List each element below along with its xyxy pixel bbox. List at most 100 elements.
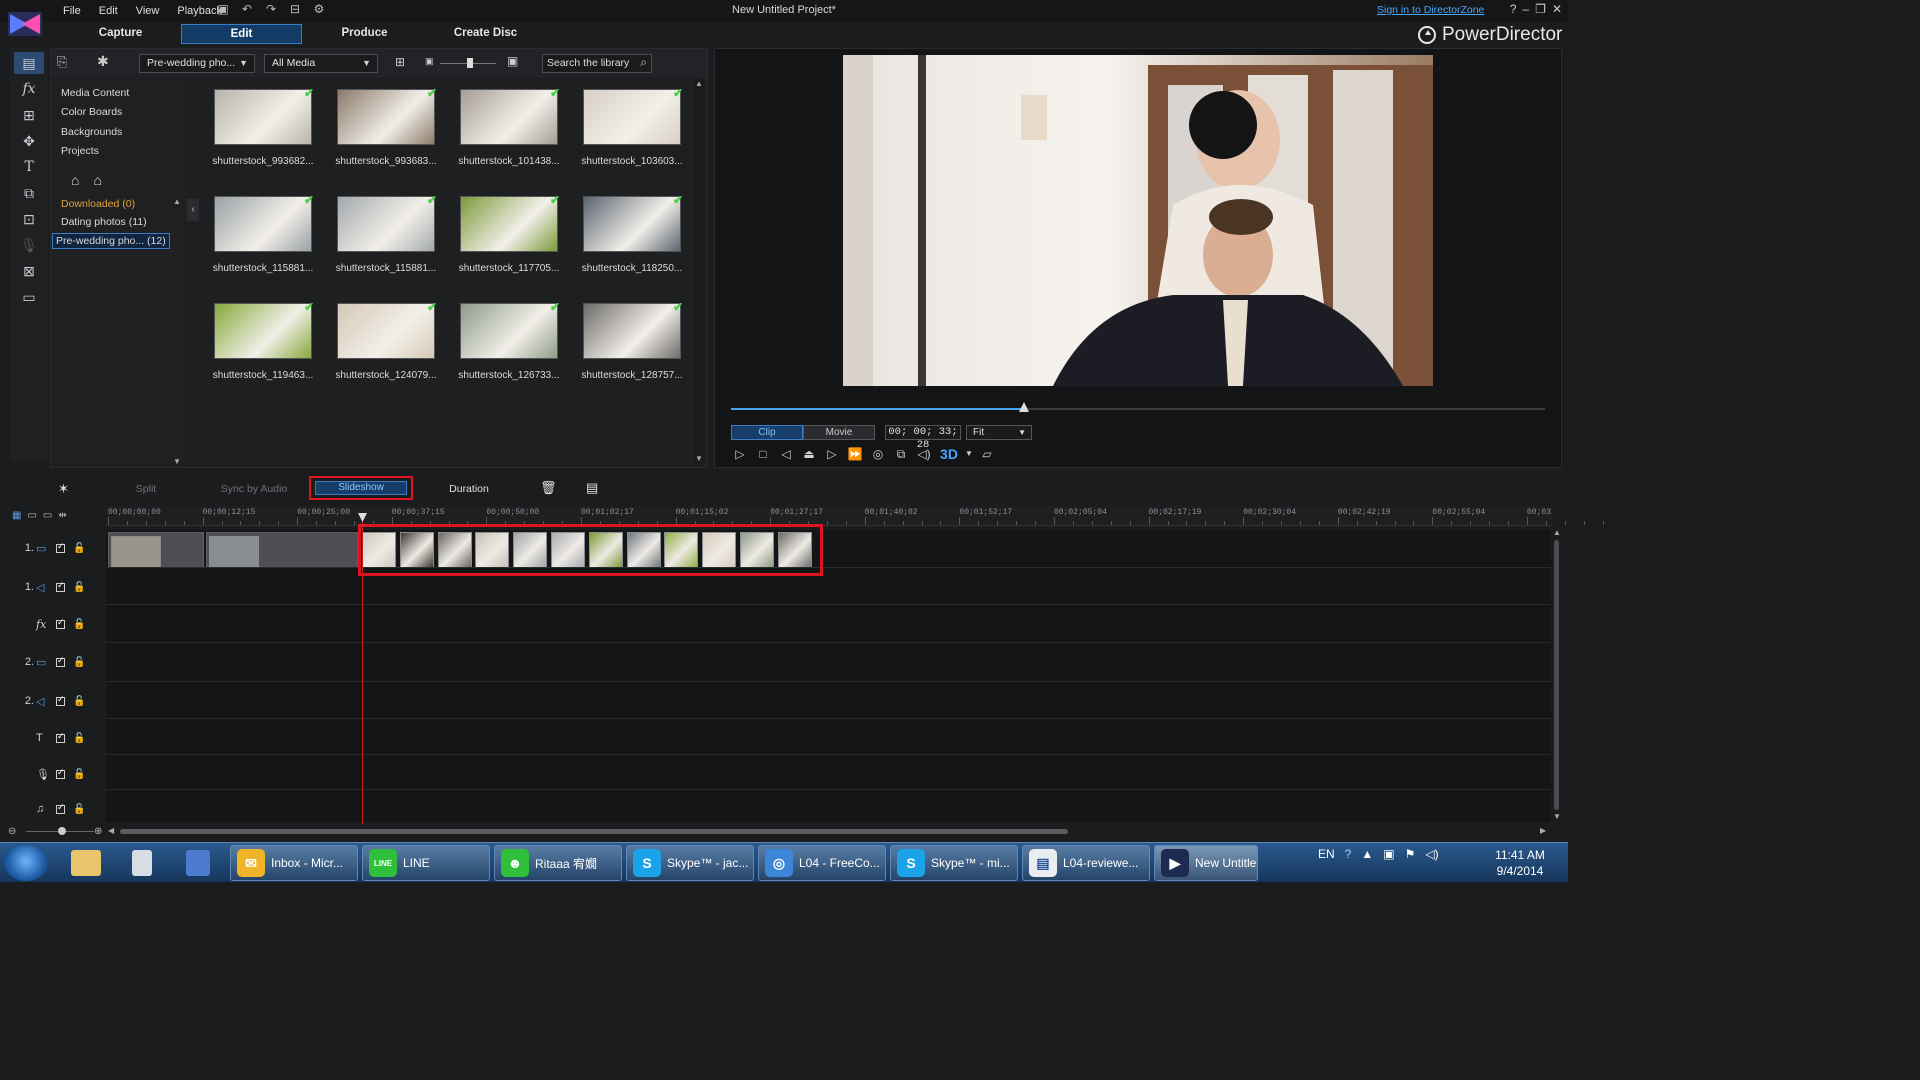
split-at-playhead-icon[interactable]: ⏏ — [800, 445, 818, 463]
taskbar-clock[interactable]: 11:41 AM 9/4/2014 — [1478, 847, 1562, 879]
media-thumbnail[interactable]: ✔ — [460, 86, 560, 145]
scroll-down-icon[interactable]: ▼ — [1553, 812, 1561, 821]
close-icon[interactable]: ✕ — [1552, 2, 1562, 16]
slideshow-button[interactable]: Slideshow — [315, 481, 407, 495]
taskbar-app-skype[interactable]: S Skype™ - jac... — [626, 845, 754, 881]
video-clip-1[interactable] — [108, 532, 204, 568]
lock-icon[interactable]: 🔓 — [73, 696, 85, 707]
library-scrollbar[interactable]: ▲ ▼ — [694, 79, 704, 464]
plugins-icon[interactable]: ✱ — [97, 53, 109, 70]
language-indicator[interactable]: EN — [1318, 847, 1335, 861]
lock-icon[interactable]: 🔓 — [73, 619, 85, 630]
lock-icon[interactable]: 🔓 — [73, 769, 85, 780]
media-thumbnail[interactable]: ✔ — [214, 300, 314, 359]
delete-icon[interactable]: 🗑 — [540, 480, 557, 496]
media-room-icon[interactable]: ▤ — [14, 52, 44, 74]
scroll-right-icon[interactable]: ▶ — [1540, 826, 1546, 835]
chapter-room-icon[interactable]: ⊠ — [14, 260, 44, 282]
taskbar-app-line[interactable]: LINE LINE — [362, 845, 490, 881]
taskbar-app-outlook[interactable]: ✉ Inbox - Micr... — [230, 845, 358, 881]
zoom-in-icon[interactable]: ⊕ — [94, 826, 102, 837]
scroll-down-icon[interactable]: ▼ — [695, 454, 703, 463]
external-display-icon[interactable]: ▱ — [978, 445, 996, 463]
3d-mode-button[interactable]: 3D — [938, 445, 960, 463]
previous-frame-icon[interactable]: ◁ — [777, 445, 795, 463]
timeline-view-icon[interactable]: ▦ — [12, 510, 21, 521]
media-thumbnail[interactable]: ✔ — [583, 86, 683, 145]
remove-tag-icon[interactable]: ⌂ — [93, 172, 101, 188]
tab-create-disc[interactable]: Create Disc — [425, 24, 546, 44]
tag-pre-wedding[interactable]: Pre-wedding pho... (12) — [52, 233, 170, 249]
small-thumb-icon[interactable]: ▣ — [425, 56, 434, 67]
track-enable-checkbox[interactable] — [56, 617, 65, 629]
track-enable-checkbox[interactable] — [56, 580, 65, 592]
track-enable-checkbox[interactable] — [56, 694, 65, 706]
audio-mixing-icon[interactable]: ⊡ — [14, 208, 44, 230]
media-thumbnail[interactable]: ✔ — [214, 193, 314, 252]
lock-icon[interactable]: 🔓 — [73, 804, 85, 815]
large-thumb-icon[interactable]: ▣ — [507, 54, 518, 68]
scroll-up-icon[interactable]: ▲ — [695, 79, 703, 88]
volume-icon[interactable]: ◁) — [915, 445, 933, 463]
effect-room-icon[interactable]: fx — [14, 78, 44, 100]
scroll-down-icon[interactable]: ▼ — [173, 457, 181, 466]
taskbar-app-word[interactable]: ▤ L04-reviewe... — [1022, 845, 1150, 881]
tree-color-boards[interactable]: Color Boards — [61, 106, 122, 118]
upgrade-icon[interactable] — [1418, 26, 1436, 44]
timecode-display[interactable]: 00; 00; 33; 28 — [885, 425, 961, 451]
tree-media-content[interactable]: Media Content — [61, 87, 129, 99]
next-frame-icon[interactable]: ▷ — [823, 445, 841, 463]
lock-icon[interactable]: 🔓 — [73, 657, 85, 668]
timeline-hscroll[interactable]: ◀ ▶ — [0, 824, 1568, 838]
search-icon[interactable]: ⌕ — [640, 54, 647, 71]
media-thumbnail[interactable]: ✔ — [583, 300, 683, 359]
menu-file[interactable]: File — [54, 3, 90, 19]
snapshot-icon[interactable]: ◎ — [869, 445, 887, 463]
storyboard-view-icon[interactable]: ▭ — [27, 510, 36, 521]
redo-icon[interactable]: ↷ — [262, 2, 280, 16]
sync-by-audio-button[interactable]: Sync by Audio — [214, 483, 294, 495]
timeline-ruler[interactable]: 00;00;00;00 00;00;12;15 00;00;25;00 00;00;3… — [106, 506, 1604, 526]
media-thumbnail[interactable]: ✔ — [337, 86, 437, 145]
media-thumbnail[interactable]: ✔ — [460, 300, 560, 359]
tab-produce[interactable]: Produce — [304, 24, 425, 44]
media-thumbnail[interactable]: ✔ — [460, 193, 560, 252]
particle-room-icon[interactable]: ✥ — [14, 130, 44, 152]
title-room-icon[interactable]: T — [14, 156, 44, 178]
tag-downloaded[interactable]: Downloaded (0) — [61, 198, 135, 210]
undock-icon[interactable]: ⧉ — [892, 445, 910, 463]
seekbar-thumb[interactable] — [1019, 402, 1030, 412]
track-enable-checkbox[interactable] — [56, 731, 65, 743]
zoom-out-icon[interactable]: ⊖ — [8, 826, 16, 837]
timeline-vscroll[interactable]: ▲ ▼ — [1551, 528, 1563, 824]
action-center-flag-icon[interactable]: ⚑ — [1405, 847, 1416, 861]
tab-edit[interactable]: Edit — [181, 24, 302, 44]
taskbar-app-line-chat[interactable]: ☻ Ritaaa 宥嫺 — [494, 845, 622, 881]
grid-view-icon[interactable]: ⊞ — [395, 55, 405, 69]
lock-icon[interactable]: 🔓 — [73, 733, 85, 744]
subtitle-room-icon[interactable]: ▭ — [14, 286, 44, 308]
explorer-pin[interactable] — [64, 846, 108, 880]
media-thumbnail[interactable]: ✔ — [337, 300, 437, 359]
clip-attributes-icon[interactable]: ▤ — [586, 480, 598, 496]
help-icon[interactable]: ? — [1345, 847, 1352, 861]
clip-mode-button[interactable]: Clip — [731, 425, 803, 440]
voice-over-icon[interactable]: 🎙 — [14, 234, 44, 256]
magic-tools-icon[interactable]: ✶ — [58, 481, 69, 497]
taskbar-app-freecommander[interactable]: ◎ L04 - FreeCo... — [758, 845, 886, 881]
tray-expand-icon[interactable]: ▲ — [1361, 847, 1373, 861]
split-button[interactable]: Split — [128, 483, 164, 495]
lock-icon[interactable]: 🔓 — [73, 582, 85, 593]
media-thumbnail[interactable]: ✔ — [337, 193, 437, 252]
app-pin[interactable] — [176, 846, 220, 880]
chapter-view-icon[interactable]: ▭ — [43, 510, 52, 521]
hscroll-thumb[interactable] — [120, 829, 1068, 834]
help-icon[interactable]: ? — [1510, 2, 1517, 16]
video-clip-2[interactable] — [206, 532, 358, 568]
collapse-tree-icon[interactable]: ‹ — [187, 199, 199, 221]
lock-icon[interactable]: 🔓 — [73, 543, 85, 554]
track-enable-checkbox[interactable] — [56, 541, 65, 553]
save-icon[interactable]: ▣ — [214, 2, 232, 16]
duration-button[interactable]: Duration — [436, 483, 502, 495]
tag-dating-photos[interactable]: Dating photos (11) — [61, 216, 147, 228]
